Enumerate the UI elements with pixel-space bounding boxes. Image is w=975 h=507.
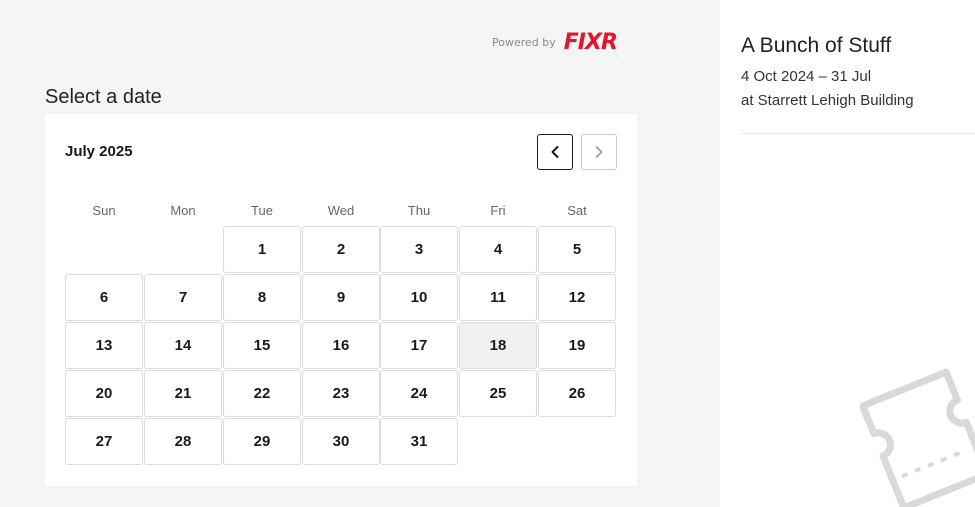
day-cell-5[interactable]: 5	[538, 226, 616, 273]
day-cell-28[interactable]: 28	[144, 418, 222, 465]
day-cell-27[interactable]: 27	[65, 418, 143, 465]
page-title: Select a date	[45, 86, 162, 108]
day-cell-1[interactable]: 1	[223, 226, 301, 273]
event-summary-panel: A Bunch of Stuff 4 Oct 2024 – 31 Jul at …	[720, 0, 975, 507]
event-title: A Bunch of Stuff	[741, 34, 892, 57]
weekday-fri: Fri	[490, 203, 506, 218]
day-cell-8[interactable]: 8	[223, 274, 301, 321]
powered-by: Powered by FIXR	[492, 29, 618, 55]
weekday-wed: Wed	[327, 203, 355, 218]
day-cell-31[interactable]: 31	[380, 418, 458, 465]
day-cell-22[interactable]: 22	[223, 370, 301, 417]
month-label: July 2025	[65, 143, 133, 160]
day-cell-21[interactable]: 21	[144, 370, 222, 417]
weekday-sat: Sat	[567, 203, 587, 218]
day-cell-26[interactable]: 26	[538, 370, 616, 417]
day-cell-10[interactable]: 10	[380, 274, 458, 321]
day-cell-2[interactable]: 2	[302, 226, 380, 273]
event-venue: at Starrett Lehigh Building	[741, 92, 914, 109]
day-cell-29[interactable]: 29	[223, 418, 301, 465]
day-cell-6[interactable]: 6	[65, 274, 143, 321]
day-cell-17[interactable]: 17	[380, 322, 458, 369]
previous-month-button[interactable]	[537, 134, 573, 170]
day-cell-16[interactable]: 16	[302, 322, 380, 369]
day-cell-30[interactable]: 30	[302, 418, 380, 465]
date-selection-panel: Powered by FIXR Select a date July 2025 …	[0, 0, 720, 507]
day-cell-19[interactable]: 19	[538, 322, 616, 369]
day-cell-12[interactable]: 12	[538, 274, 616, 321]
weekday-tue: Tue	[251, 203, 273, 218]
weekday-thu: Thu	[407, 203, 431, 218]
day-cell-3[interactable]: 3	[380, 226, 458, 273]
day-cell-4[interactable]: 4	[459, 226, 537, 273]
day-cell-11[interactable]: 11	[459, 274, 537, 321]
day-cell-23[interactable]: 23	[302, 370, 380, 417]
day-cell-18[interactable]: 18	[459, 322, 537, 369]
divider	[741, 133, 975, 134]
powered-by-label: Powered by	[492, 35, 556, 49]
day-cell-9[interactable]: 9	[302, 274, 380, 321]
day-cell-20[interactable]: 20	[65, 370, 143, 417]
day-cell-25[interactable]: 25	[459, 370, 537, 417]
chevron-right-icon	[595, 146, 603, 158]
ticket-icon	[860, 368, 975, 507]
day-cell-24[interactable]: 24	[380, 370, 458, 417]
fixr-logo: FIXR	[563, 29, 618, 55]
calendar: July 2025 Sun Mon Tue Wed Thu Fri Sat 1 2 3 4 5 6 7 8 9…	[45, 114, 637, 486]
day-cell-13[interactable]: 13	[65, 322, 143, 369]
event-dates: 4 Oct 2024 – 31 Jul	[741, 68, 872, 85]
next-month-button[interactable]	[581, 134, 617, 170]
day-cell-7[interactable]: 7	[144, 274, 222, 321]
weekday-sun: Sun	[92, 203, 116, 218]
chevron-left-icon	[551, 146, 559, 158]
weekday-mon: Mon	[170, 203, 196, 218]
day-cell-14[interactable]: 14	[144, 322, 222, 369]
day-cell-15[interactable]: 15	[223, 322, 301, 369]
